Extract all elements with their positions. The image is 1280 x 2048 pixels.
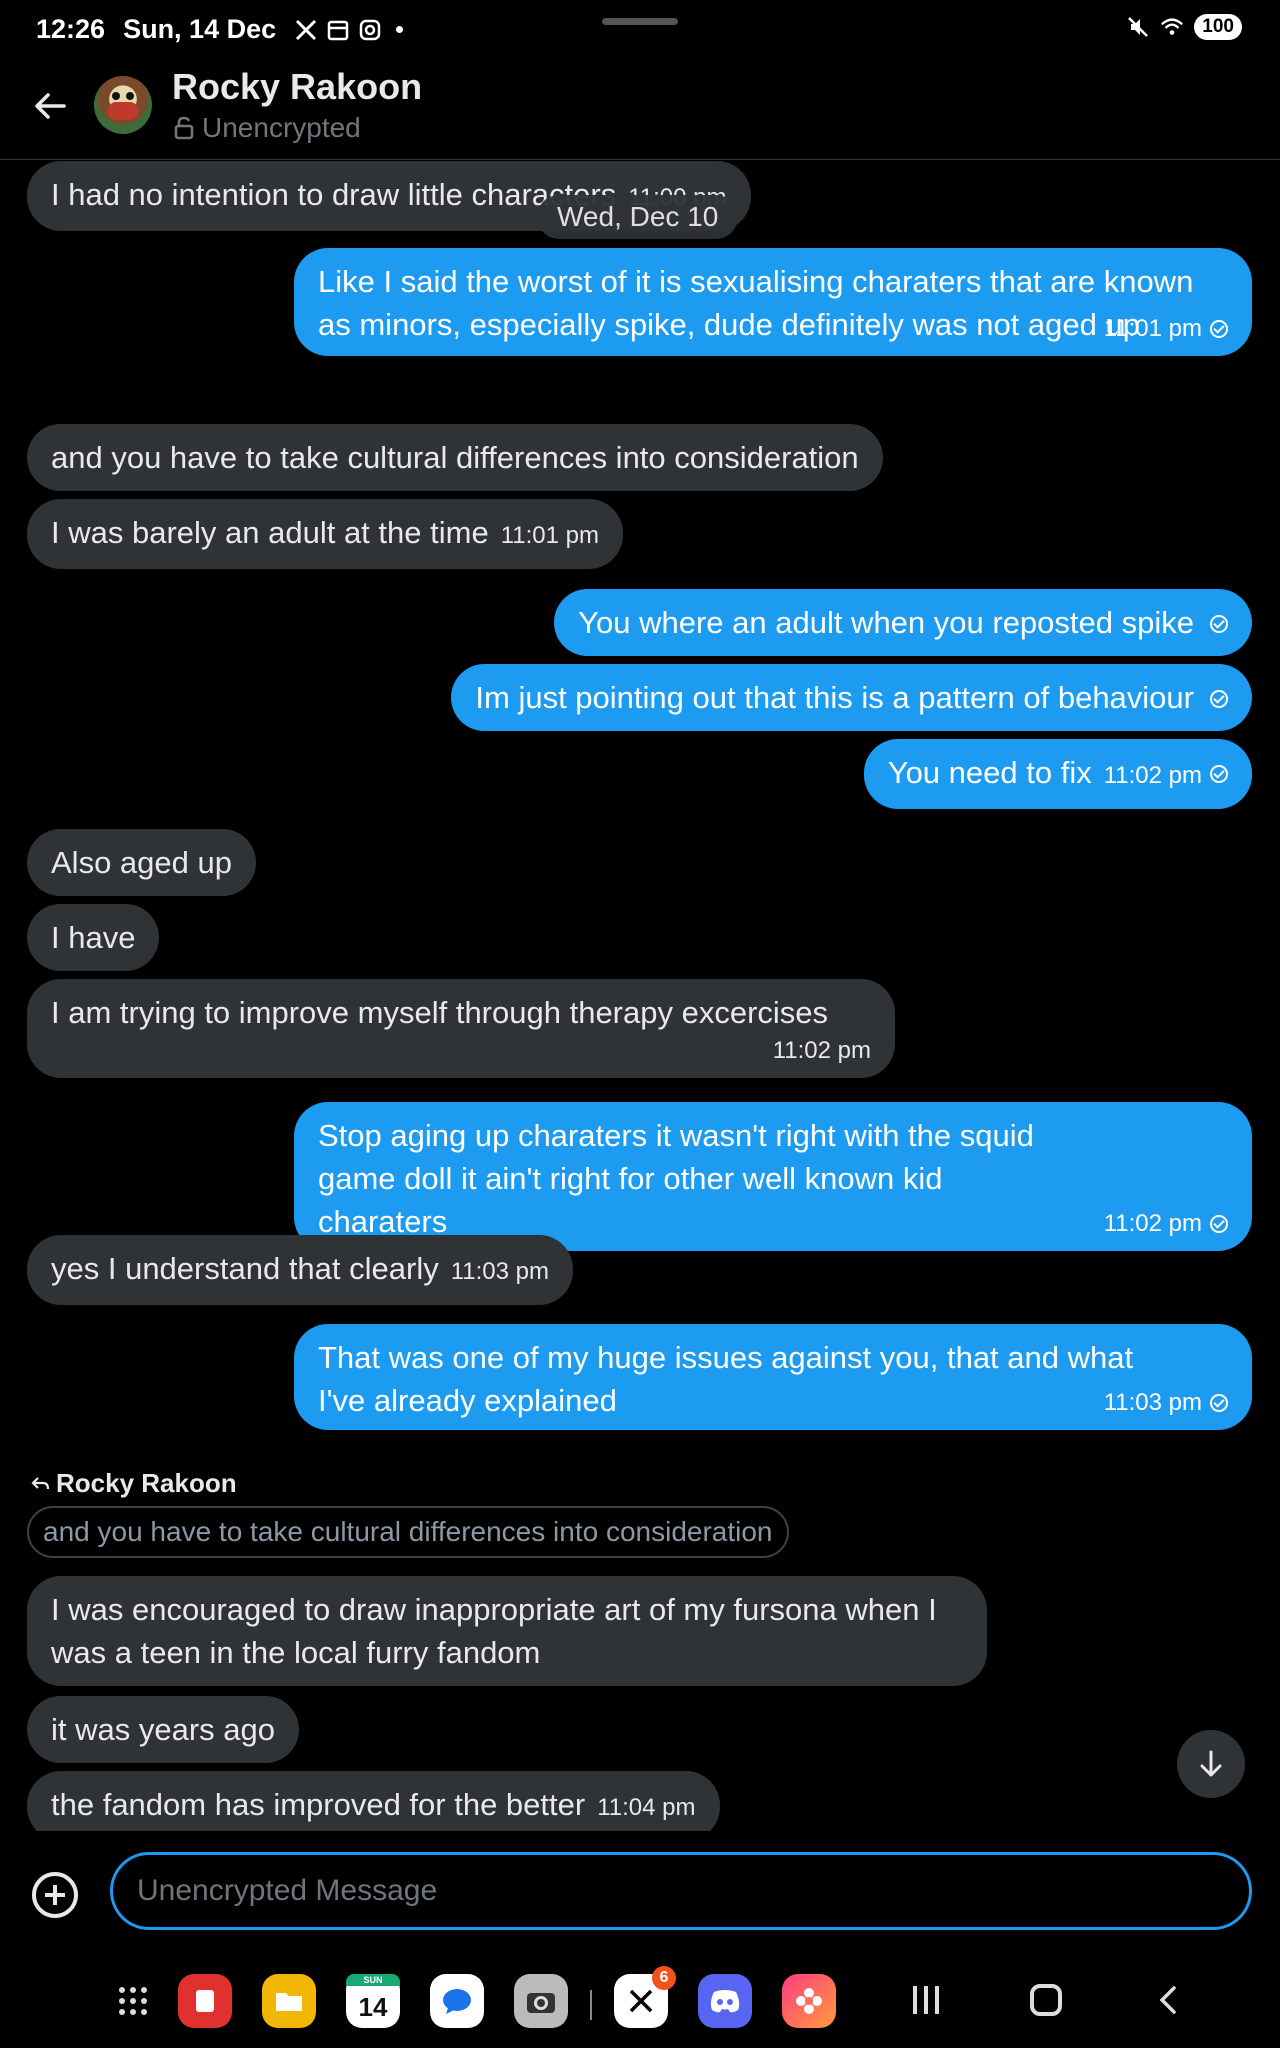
message-bubble-incoming[interactable]: I was encouraged to draw inappropriate a… [27,1576,987,1686]
system-back-button[interactable] [1150,1982,1186,2018]
message-bubble-outgoing[interactable]: Stop aging up charaters it wasn't right … [294,1102,1252,1251]
calendar-icon [326,18,350,42]
message-timestamp: 11:04 pm [597,1794,696,1821]
notes-app-icon[interactable] [178,1974,232,2028]
message-bubble-outgoing[interactable]: Im just pointing out that this is a patt… [451,664,1252,731]
status-date: Sun, 14 Dec [123,14,277,44]
message-text: the fandom has improved for the better [51,1787,586,1822]
encryption-label: Unencrypted [202,112,361,143]
message-timestamp: 11:01 pm [1103,315,1202,342]
message-text: I had no intention to draw little charac… [51,177,617,212]
contact-name[interactable]: Rocky Rakoon [172,66,422,108]
apps-grid-icon[interactable] [106,1974,160,2028]
sent-check-icon [1210,690,1228,708]
sent-check-icon [1210,1394,1228,1412]
message-text: I was barely an adult at the time [51,515,489,550]
sent-check-icon [1210,320,1228,338]
quoted-message[interactable]: and you have to take cultural difference… [27,1506,789,1558]
scroll-to-bottom-button[interactable] [1177,1730,1245,1798]
message-timestamp: 11:02 pm [1103,762,1202,789]
message-bubble-outgoing[interactable]: Like I said the worst of it is sexualisi… [294,248,1252,356]
wifi-icon [1160,15,1184,39]
message-bubble-incoming[interactable]: I have [27,904,160,971]
notification-badge: 6 [652,1966,676,1990]
gallery-app-icon[interactable] [782,1974,836,2028]
message-text: I have [51,920,136,955]
home-button[interactable] [1030,1984,1062,2016]
message-bubble-outgoing[interactable]: You where an adult when you reposted spi… [554,589,1252,656]
x-app-icon[interactable]: 6 [614,1966,676,2028]
message-bubble-incoming[interactable]: Also aged up [27,829,256,896]
message-text: and you have to take cultural difference… [51,440,859,475]
message-text: You where an adult when you reposted spi… [578,605,1194,640]
message-timestamp: 11:02 pm [772,1037,871,1064]
message-text: it was years ago [51,1712,275,1747]
message-bubble-incoming[interactable]: yes I understand that clearly 11:03 pm [27,1235,574,1305]
lock-open-icon [174,116,194,140]
date-divider: Wed, Dec 10 [537,195,739,239]
message-timestamp: 11:03 pm [1103,1389,1202,1416]
encryption-status: Unencrypted [174,112,361,144]
discord-app-icon[interactable] [698,1974,752,2028]
files-app-icon[interactable] [262,1974,316,2028]
dock-divider [590,1990,592,2020]
instagram-icon [358,18,382,42]
add-attachment-button[interactable] [32,1872,78,1918]
message-bubble-outgoing[interactable]: That was one of my huge issues against y… [294,1324,1252,1430]
battery-indicator: 100 [1194,14,1242,40]
mute-icon [1126,15,1150,39]
message-text: Also aged up [51,845,232,880]
reply-author-name: Rocky Rakoon [56,1468,237,1498]
more-notifications-dot [396,26,404,33]
message-text: I was encouraged to draw inappropriate a… [51,1592,937,1670]
messages-app-icon[interactable] [430,1974,484,2028]
message-bubble-incoming[interactable]: the fandom has improved for the better 1… [27,1771,720,1831]
message-bubble-incoming[interactable]: I was barely an adult at the time 11:01 … [27,499,623,569]
message-list[interactable]: Wed, Dec 10 I had no intention to draw l… [0,161,1280,1831]
message-text: I am trying to improve myself through th… [51,995,829,1030]
message-text: yes I understand that clearly [51,1251,439,1286]
camera-app-icon[interactable] [514,1974,568,2028]
message-timestamp: 11:01 pm [500,522,599,549]
status-bar: 12:26 Sun, 14 Dec 100 [0,0,1280,60]
reply-icon [31,1476,50,1489]
message-timestamp: 11:03 pm [450,1258,550,1285]
conversation-header: Rocky Rakoon Unencrypted [0,60,1280,160]
calendar-app-icon[interactable]: SUN 14 [346,1974,400,2028]
message-text: You need to fix [887,755,1092,790]
message-bubble-outgoing[interactable]: You need to fix 11:02 pm [863,739,1252,809]
drag-handle[interactable] [602,18,678,25]
status-time: 12:26 [36,14,106,44]
avatar[interactable] [94,76,152,134]
message-timestamp: 11:02 pm [1103,1210,1202,1237]
arrow-down-icon [1200,1750,1222,1777]
back-arrow-icon [35,93,66,119]
message-input[interactable] [110,1852,1252,1930]
message-text: Im just pointing out that this is a patt… [475,680,1194,715]
x-icon [294,18,318,42]
message-bubble-incoming[interactable]: I am trying to improve myself through th… [27,979,895,1078]
sent-check-icon [1210,615,1228,633]
message-text: Like I said the worst of it is sexualisi… [318,264,1194,342]
message-composer [0,1836,1280,1946]
system-nav-bar: SUN 14 6 [0,1960,1280,2048]
message-bubble-incoming[interactable]: and you have to take cultural difference… [27,424,883,491]
sent-check-icon [1210,765,1228,783]
sent-check-icon [1210,1215,1228,1233]
message-bubble-incoming[interactable]: it was years ago [27,1696,299,1763]
reply-author: Rocky Rakoon [30,1468,237,1499]
recents-button[interactable] [910,1986,942,2016]
back-button[interactable] [30,86,70,126]
